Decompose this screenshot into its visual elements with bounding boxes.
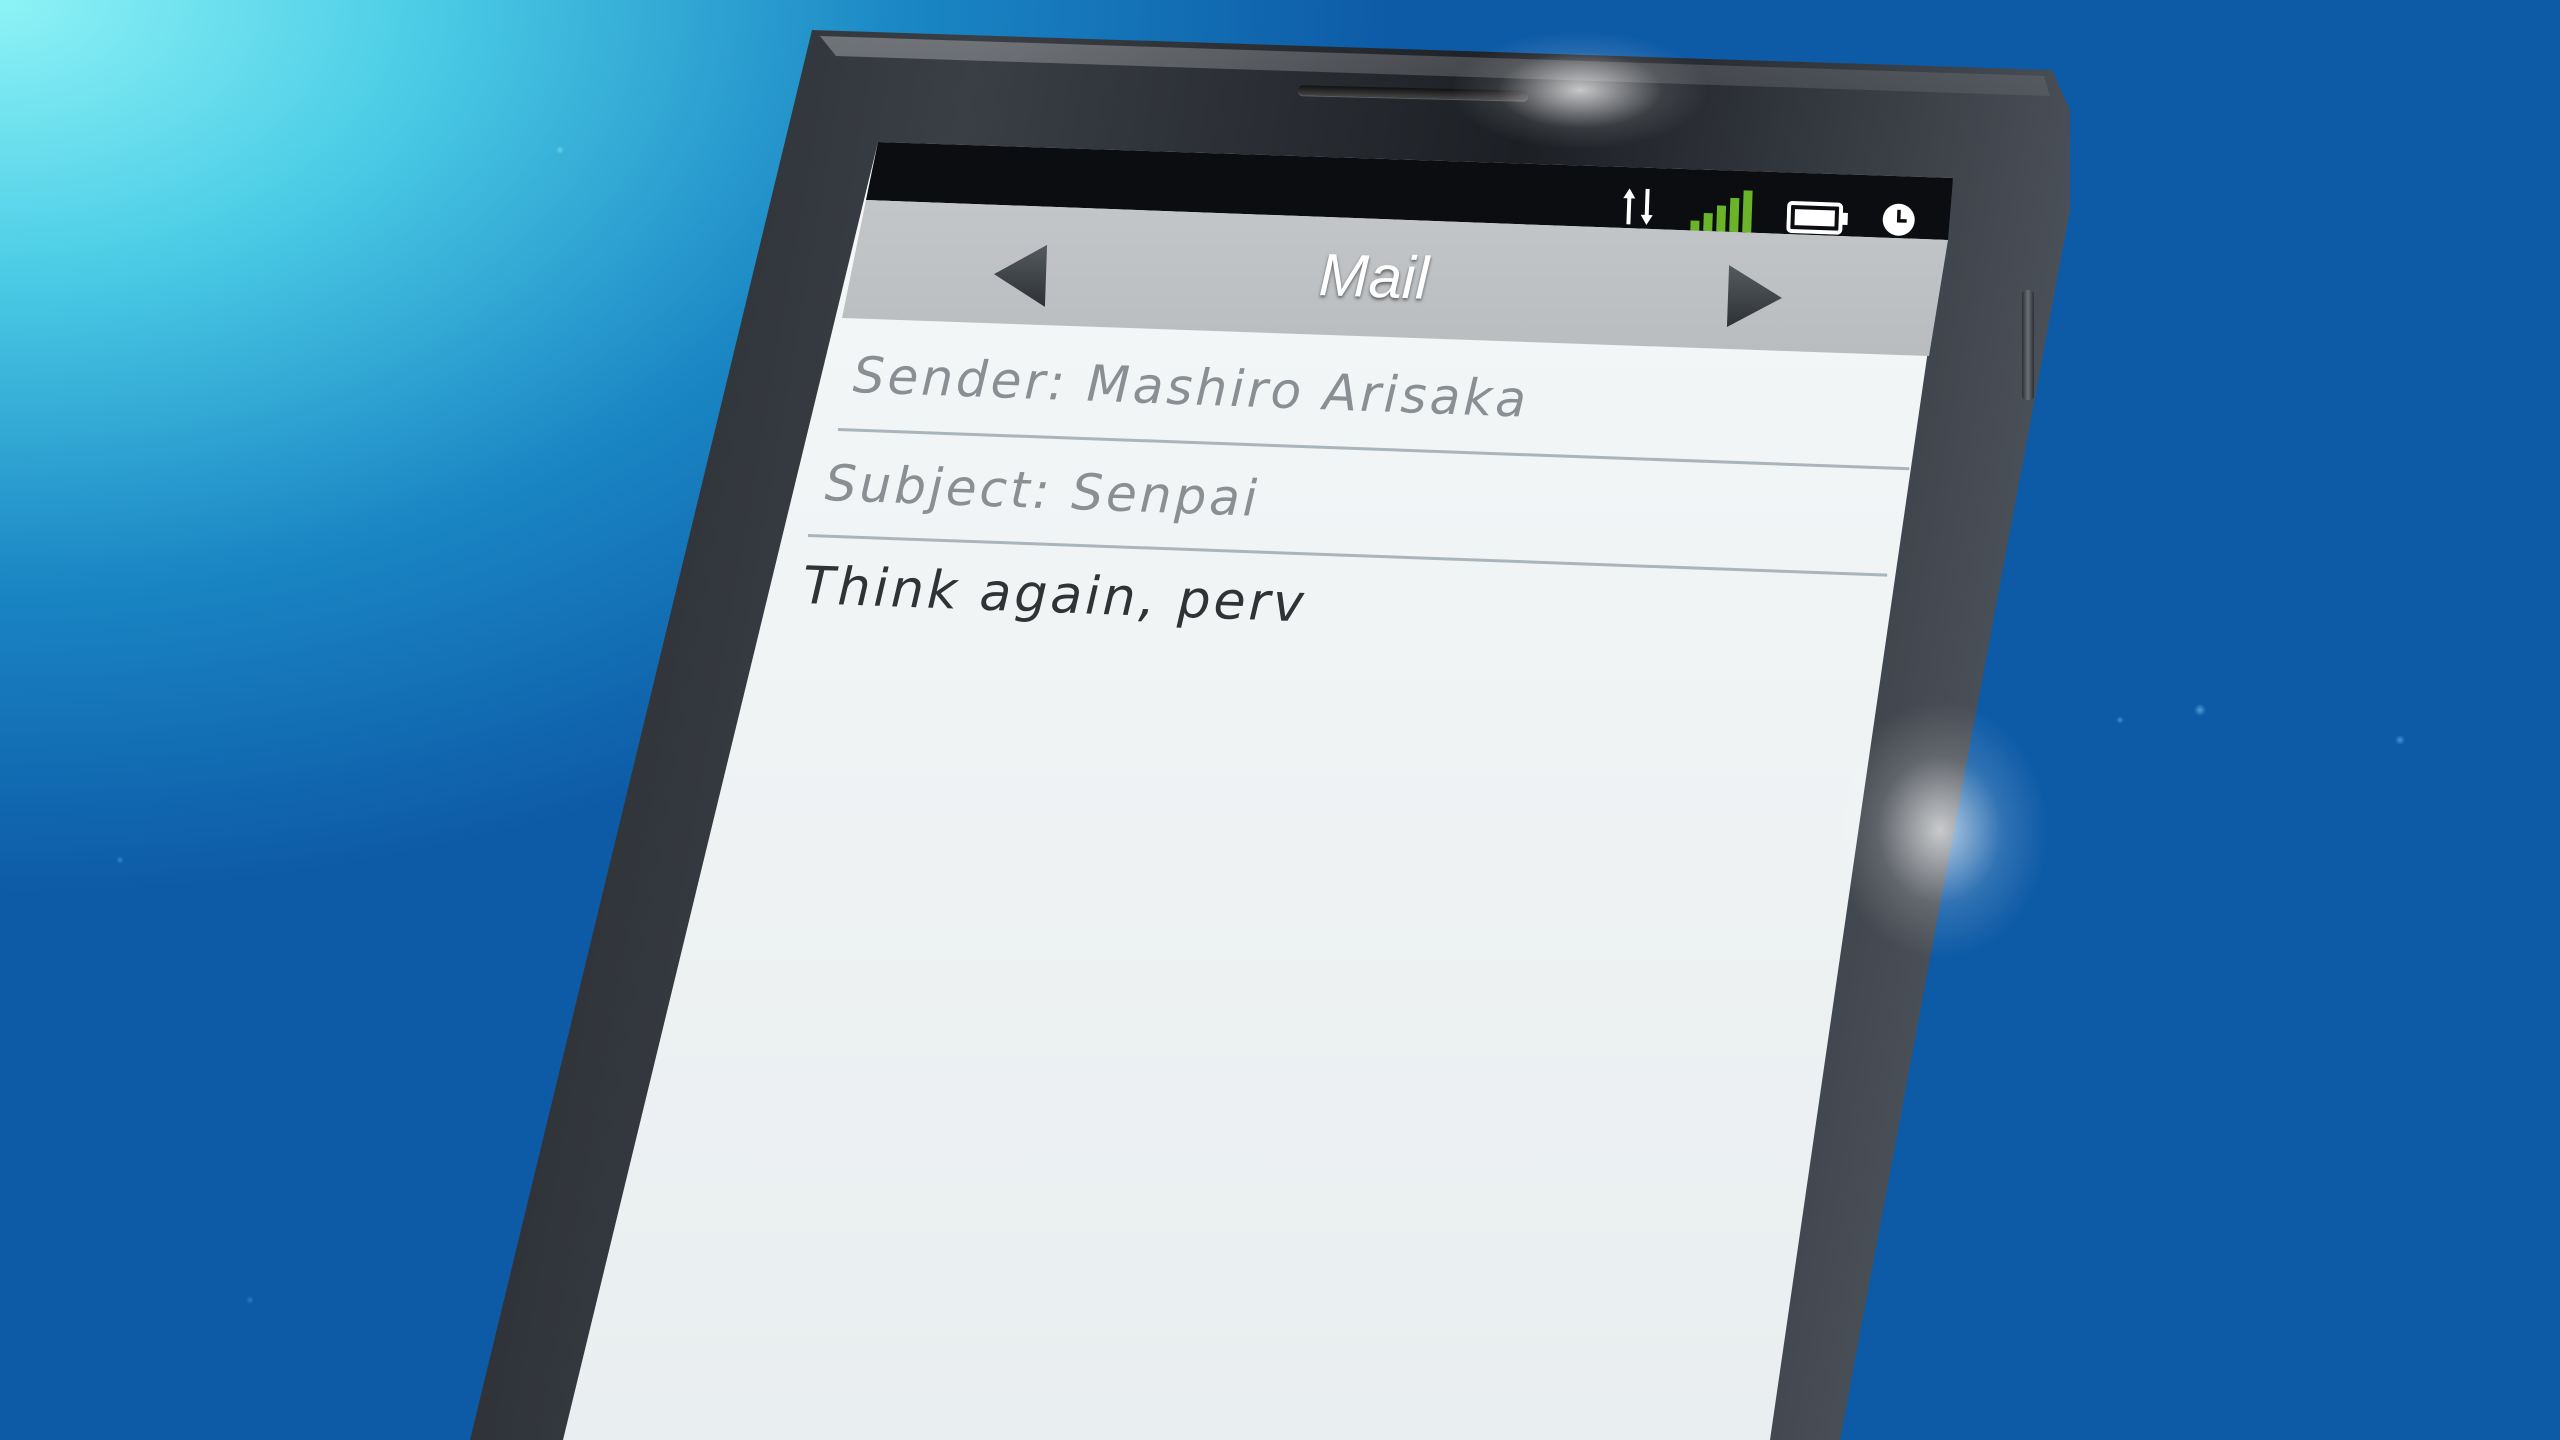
- phone-side-button[interactable]: [2022, 290, 2034, 400]
- subject-field: Subject: Senpai: [824, 454, 1261, 528]
- data-sync-icon: [1623, 188, 1653, 225]
- mail-body: Think again, perv: [801, 556, 1308, 635]
- sender-label: Sender:: [851, 346, 1069, 412]
- divider: [837, 428, 1910, 471]
- sender-value: Mashiro Arisaka: [1085, 354, 1530, 429]
- subject-value: Senpai: [1070, 463, 1261, 528]
- screen-glare: [1830, 700, 2050, 960]
- top-glare: [1450, 30, 1710, 150]
- page-title: Mail: [1317, 240, 1430, 312]
- signal-strength-icon: [1690, 190, 1753, 233]
- clock-icon: [1882, 203, 1915, 236]
- subject-label: Subject:: [823, 454, 1054, 521]
- header-bar: [842, 200, 1948, 356]
- sender-field: Sender: Mashiro Arisaka: [852, 346, 1530, 429]
- phone-rim-highlight: [820, 36, 2050, 96]
- phone-screen: [563, 142, 1953, 1440]
- battery-icon: [1786, 201, 1848, 235]
- background: [0, 0, 2560, 1440]
- phone-speaker: [1297, 85, 1529, 101]
- status-bar: [866, 142, 1953, 240]
- phone: Mail Sender: Mashiro Arisaka Subject: Se…: [0, 0, 2560, 1440]
- triangle-left-icon[interactable]: [989, 241, 1051, 309]
- phone-frame: [470, 30, 2070, 1440]
- triangle-right-icon[interactable]: [1723, 263, 1787, 331]
- status-icons: [1618, 178, 1920, 238]
- divider: [807, 534, 1888, 577]
